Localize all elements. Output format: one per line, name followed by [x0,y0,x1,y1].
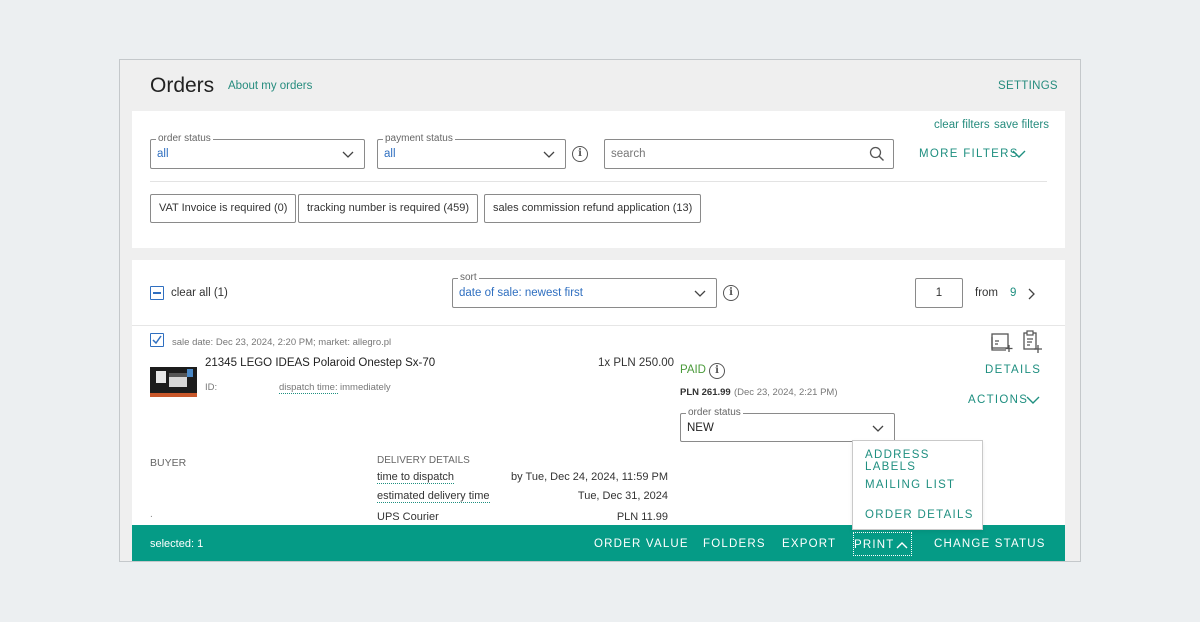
page-value: 1 [935,287,943,299]
sort-select[interactable]: sort date of sale: newest first [452,272,717,308]
payment-status-label: payment status [383,133,455,145]
shipping-method: UPS Courier [377,511,439,523]
order-status-row-value: NEW [687,422,714,434]
order-status-value: all [157,148,169,160]
actions-button[interactable]: ACTIONS [968,394,1028,406]
paid-date: (Dec 23, 2024, 2:21 PM) [734,387,838,398]
from-label: from [975,287,998,299]
order-status-select[interactable]: order status all [150,133,365,169]
dispatch-time-label[interactable]: dispatch time: [279,382,338,394]
add-to-folder-icon[interactable] [990,331,1014,353]
search-icon[interactable] [869,146,885,162]
clear-all-checkbox[interactable] [150,286,164,300]
shipping-cost: PLN 11.99 [616,511,668,523]
print-button[interactable]: PRINT [853,532,912,556]
menu-item-address-labels[interactable]: ADDRESS LABELS [865,449,982,473]
chip-vat-invoice[interactable]: VAT Invoice is required (0) [150,194,297,223]
info-icon[interactable]: i [572,146,588,162]
estimated-delivery-value: Tue, Dec 31, 2024 [577,490,668,502]
dispatch-time-value: immediately [340,382,391,393]
more-filters-button[interactable]: MORE FILTERS [919,148,1019,160]
chevron-down-icon [543,151,555,158]
chevron-right-icon[interactable] [1026,288,1036,300]
orders-window: Orders About my orders SETTINGS clear fi… [119,59,1081,562]
order-id-label: ID: [205,382,218,393]
clear-all-label[interactable]: clear all (1) [171,287,228,299]
total-pages[interactable]: 9 [1010,287,1016,299]
print-label: PRINT [854,539,895,551]
time-to-dispatch-value: by Tue, Dec 24, 2024, 11:59 PM [511,471,668,483]
chevron-down-icon [342,151,354,158]
settings-link[interactable]: SETTINGS [998,80,1058,92]
search-placeholder: search [611,148,646,160]
payment-status-paid: PAID [680,364,706,376]
chip-commission-refund[interactable]: sales commission refund application (13) [484,194,702,223]
export-button[interactable]: EXPORT [782,538,836,550]
quantity-price: 1x PLN 250.00 [598,357,675,369]
page-input[interactable]: 1 [915,278,963,308]
filters-panel: clear filters save filters order status … [132,111,1065,248]
info-icon[interactable]: i [709,363,725,379]
chevron-up-icon [896,542,908,549]
info-icon[interactable]: i [723,285,739,301]
menu-item-order-details[interactable]: ORDER DETAILS [865,509,974,521]
sale-date: sale date: Dec 23, 2024, 2:20 PM; market… [172,337,392,348]
product-name[interactable]: 21345 LEGO IDEAS Polaroid Onestep Sx-70 [205,357,435,369]
print-menu: ADDRESS LABELS MAILING LIST ORDER DETAIL… [852,440,983,530]
buyer-value: . [150,509,153,520]
order-status-row-label: order status [686,407,743,419]
estimated-delivery-label[interactable]: estimated delivery time [377,490,490,503]
sort-value: date of sale: newest first [459,287,584,299]
payment-status-value: all [384,148,396,160]
menu-item-mailing-list[interactable]: MAILING LIST [865,479,955,491]
details-button[interactable]: DETAILS [985,364,1041,376]
chip-tracking-number[interactable]: tracking number is required (459) [298,194,479,223]
folders-button[interactable]: FOLDERS [703,538,766,550]
change-status-button[interactable]: CHANGE STATUS [934,538,1046,550]
chevron-down-icon[interactable] [1026,394,1040,406]
sort-label: sort [458,272,479,284]
clear-filters-link[interactable]: clear filters [934,119,990,131]
order-value-button[interactable]: ORDER VALUE [594,538,689,550]
paid-amount: PLN 261.99 [680,387,731,398]
divider [150,181,1047,182]
chevron-down-icon [694,290,706,297]
save-filters-link[interactable]: save filters [994,119,1049,131]
order-status-label: order status [156,133,213,145]
page-title: Orders [150,74,215,97]
add-note-icon[interactable] [1022,330,1042,354]
order-status-row-select[interactable]: order status NEW [680,407,895,442]
order-checkbox[interactable] [150,333,164,347]
buyer-heading: BUYER [150,457,187,469]
divider [132,325,1065,326]
about-orders-link[interactable]: About my orders [228,80,312,92]
product-thumbnail[interactable] [150,363,197,399]
search-input[interactable]: search [604,139,894,169]
delivery-heading: DELIVERY DETAILS [377,455,470,466]
bulk-action-bar: selected: 1 ORDER VALUE FOLDERS EXPORT P… [132,525,1065,561]
chevron-down-icon[interactable] [1012,148,1026,160]
time-to-dispatch-label[interactable]: time to dispatch [377,471,455,484]
chevron-down-icon [872,425,884,432]
payment-status-select[interactable]: payment status all [377,133,566,169]
selected-count: selected: 1 [150,538,204,550]
